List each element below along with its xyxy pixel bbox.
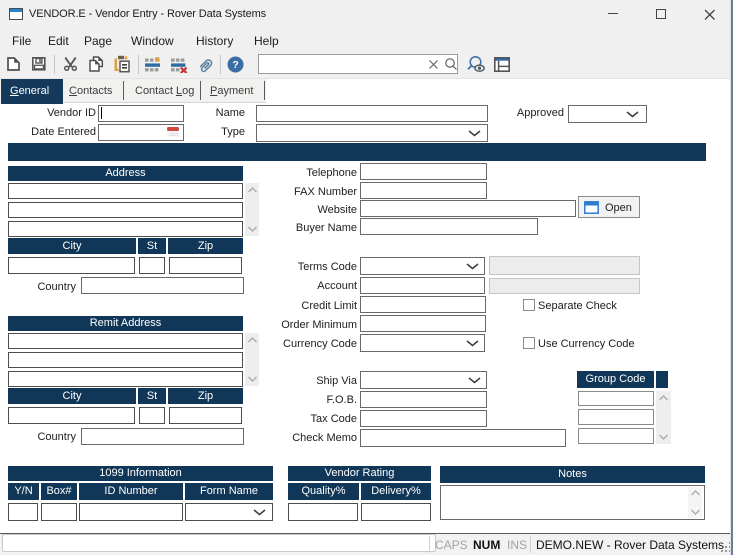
svg-text:?: ? xyxy=(232,59,238,71)
